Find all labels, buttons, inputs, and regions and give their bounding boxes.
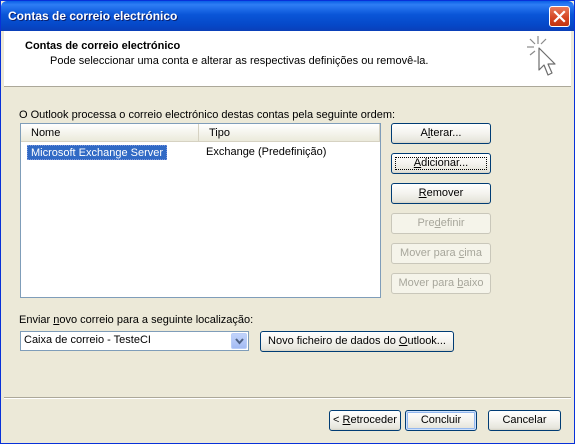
title-bar[interactable]: Contas de correio electrónico (1, 1, 574, 31)
table-row[interactable]: Microsoft Exchange Server Exchange (Pred… (27, 145, 377, 161)
back-button[interactable]: < Retroceder (329, 410, 401, 431)
list-header: Nome Tipo (21, 124, 380, 142)
column-header-type[interactable]: Tipo (199, 124, 380, 142)
remove-button[interactable]: Remover (391, 183, 491, 204)
accounts-list[interactable]: Nome Tipo Microsoft Exchange Server Exch… (20, 123, 381, 298)
delivery-location-value: Caixa de correio - TesteCI (24, 334, 151, 346)
finish-button[interactable]: Concluir (405, 410, 477, 431)
wizard-header: Contas de correio electrónico Pode selec… (4, 31, 571, 87)
set-default-button[interactable]: Predefinir (391, 213, 491, 234)
header-subtitle: Pode seleccionar uma conta e alterar as … (50, 55, 429, 67)
chevron-down-icon (235, 338, 244, 345)
header-title: Contas de correio electrónico (25, 40, 181, 52)
delivery-caption: Enviar novo correio para a seguinte loca… (19, 314, 254, 326)
move-down-button[interactable]: Mover para baixo (391, 273, 491, 294)
footer-divider (4, 397, 571, 398)
account-type: Exchange (Predefinição) (206, 146, 327, 158)
cursor-sparkle-icon (527, 36, 556, 76)
close-button[interactable] (549, 6, 570, 27)
new-data-file-button[interactable]: Novo ficheiro de dados do Outlook... (260, 331, 454, 352)
window-title: Contas de correio electrónico (8, 9, 178, 23)
dropdown-button[interactable] (231, 333, 247, 349)
close-icon (553, 10, 566, 23)
column-header-name[interactable]: Nome (21, 124, 199, 142)
dialog-window: Contas de correio electrónico Contas de … (0, 0, 575, 444)
add-button[interactable]: Adicionar... (391, 153, 491, 174)
move-up-button[interactable]: Mover para cima (391, 243, 491, 264)
delivery-location-select[interactable]: Caixa de correio - TesteCI (20, 331, 249, 351)
cancel-button[interactable]: Cancelar (488, 410, 561, 431)
accounts-caption: O Outlook processa o correio electrónico… (19, 109, 396, 121)
change-button[interactable]: Alterar... (391, 123, 491, 144)
account-name[interactable]: Microsoft Exchange Server (27, 145, 168, 160)
